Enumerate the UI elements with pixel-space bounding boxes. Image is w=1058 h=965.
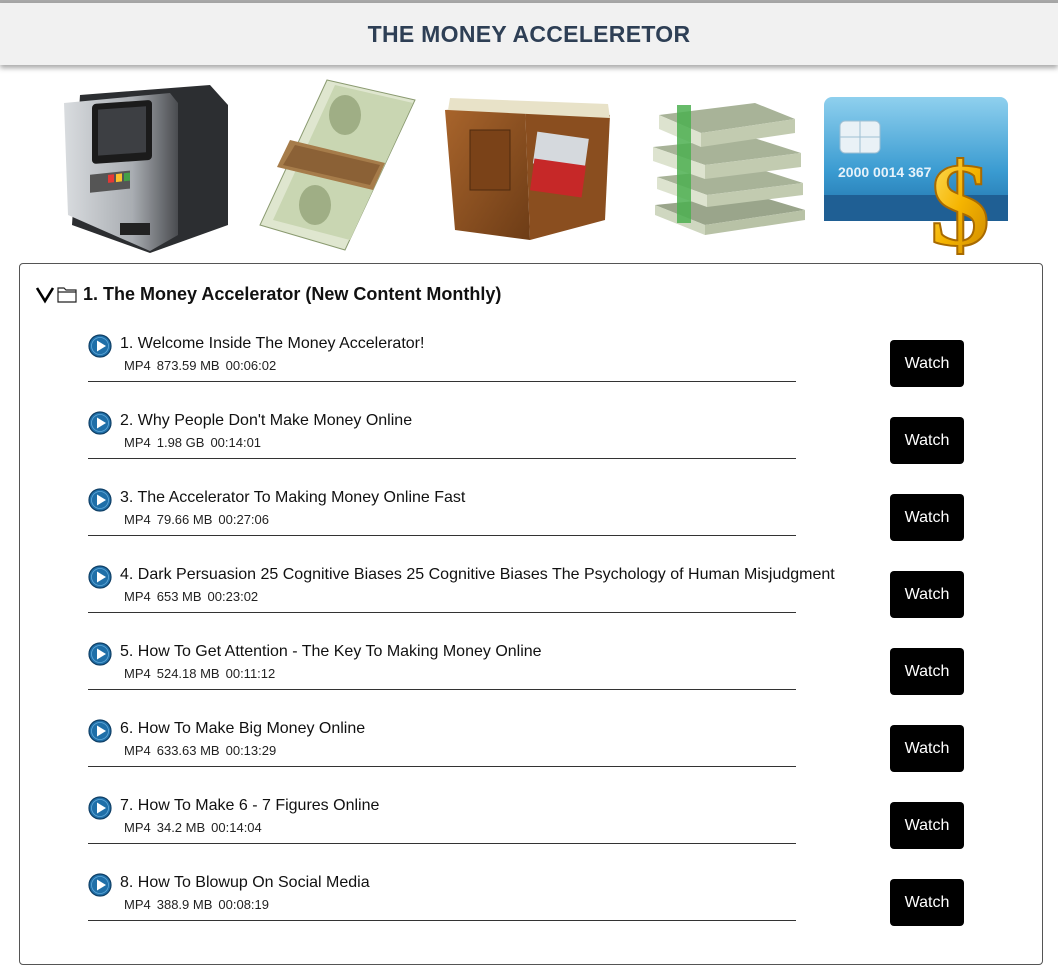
folder-header[interactable]: 1. The Money Accelerator (New Content Mo… (35, 280, 501, 308)
lesson-format: MP4 (124, 743, 151, 758)
lesson-meta: MP4 79.66 MB 00:27:06 (124, 512, 275, 527)
chevron-down-icon[interactable] (35, 284, 55, 304)
lesson-size: 873.59 MB (156, 358, 220, 373)
lesson-item: 1. Welcome Inside The Money Accelerator!… (88, 332, 968, 409)
play-icon[interactable] (88, 334, 112, 358)
cash-bundle-icon (259, 79, 416, 251)
folder-icon (57, 287, 77, 303)
lesson-meta: MP4 633.63 MB 00:13:29 (124, 743, 282, 758)
play-icon[interactable] (88, 411, 112, 435)
lesson-duration: 00:14:04 (211, 820, 262, 835)
lesson-duration: 00:11:12 (225, 666, 276, 681)
lesson-size: 34.2 MB (156, 820, 206, 835)
lesson-size: 388.9 MB (156, 897, 213, 912)
lesson-format: MP4 (124, 512, 151, 527)
watch-button[interactable]: Watch (890, 648, 964, 695)
wallet-icon (445, 98, 610, 240)
lesson-format: MP4 (124, 435, 151, 450)
lesson-duration: 00:27:06 (218, 512, 269, 527)
lesson-item: 2. Why People Don't Make Money Online MP4… (88, 409, 968, 486)
banner: 2000 0014 367 $ (50, 75, 1020, 260)
play-icon[interactable] (88, 719, 112, 743)
folder-title: 1. The Money Accelerator (New Content Mo… (83, 283, 502, 304)
lesson-duration: 00:23:02 (207, 589, 259, 604)
svg-text:$: $ (930, 138, 990, 260)
lesson-item: 4. Dark Persuasion 25 Cognitive Biases 2… (88, 563, 968, 640)
lesson-divider (88, 535, 796, 536)
play-icon[interactable] (88, 565, 112, 589)
lesson-item: 3. The Accelerator To Making Money Onlin… (88, 486, 968, 563)
lesson-item: 5. How To Get Attention - The Key To Mak… (88, 640, 968, 717)
lesson-size: 524.18 MB (156, 666, 220, 681)
lesson-size: 79.66 MB (156, 512, 213, 527)
play-icon[interactable] (88, 796, 112, 820)
lesson-size: 653 MB (156, 589, 202, 604)
lesson-item: 8. How To Blowup On Social Media MP4 388.9… (88, 871, 968, 948)
lesson-item: 7. How To Make 6 - 7 Figures Online MP4 34… (88, 794, 968, 871)
lesson-title[interactable]: 8. How To Blowup On Social Media (120, 874, 370, 892)
card-number-text: 2000 0014 367 (838, 164, 932, 180)
lesson-format: MP4 (124, 358, 151, 373)
lesson-title[interactable]: 1. Welcome Inside The Money Accelerator! (120, 335, 424, 353)
lesson-duration: 00:08:19 (218, 897, 269, 912)
lesson-title[interactable]: 7. How To Make 6 - 7 Figures Online (120, 797, 379, 815)
lesson-divider (88, 381, 796, 382)
lesson-item: 6. How To Make Big Money Online MP4 633.63… (88, 717, 968, 794)
play-icon[interactable] (88, 642, 112, 666)
lesson-divider (88, 766, 796, 767)
watch-button[interactable]: Watch (890, 571, 964, 618)
atm-machine-icon (64, 85, 228, 253)
lesson-format: MP4 (124, 666, 151, 681)
lesson-format: MP4 (124, 897, 151, 912)
lesson-title[interactable]: 2. Why People Don't Make Money Online (120, 412, 412, 430)
play-icon[interactable] (88, 873, 112, 897)
lesson-duration: 00:14:01 (210, 435, 262, 450)
watch-button[interactable]: Watch (890, 802, 964, 849)
watch-button[interactable]: Watch (890, 879, 964, 926)
lesson-title[interactable]: 3. The Accelerator To Making Money Onlin… (120, 489, 465, 507)
lesson-title[interactable]: 5. How To Get Attention - The Key To Mak… (120, 643, 542, 661)
lesson-divider (88, 689, 796, 690)
lesson-divider (88, 920, 796, 921)
page-title: THE MONEY ACCELERETOR (367, 20, 691, 47)
lesson-divider (88, 458, 796, 459)
lesson-size: 1.98 GB (156, 435, 205, 450)
lesson-divider (88, 612, 796, 613)
lesson-meta: MP4 873.59 MB 00:06:02 (124, 358, 282, 373)
lesson-meta: MP4 1.98 GB 00:14:01 (124, 435, 267, 450)
credit-card-dollar-icon: 2000 0014 367 $ (824, 97, 1008, 260)
lesson-duration: 00:06:02 (225, 358, 277, 373)
lesson-format: MP4 (124, 589, 151, 604)
play-icon[interactable] (88, 488, 112, 512)
money-stacks-icon (653, 103, 805, 235)
lesson-duration: 00:13:29 (225, 743, 277, 758)
lesson-meta: MP4 388.9 MB 00:08:19 (124, 897, 275, 912)
lesson-title[interactable]: 6. How To Make Big Money Online (120, 720, 365, 738)
watch-button[interactable]: Watch (890, 340, 964, 387)
lesson-title[interactable]: 4. Dark Persuasion 25 Cognitive Biases 2… (120, 566, 835, 584)
lesson-size: 633.63 MB (156, 743, 220, 758)
course-panel: 1. The Money Accelerator (New Content Mo… (19, 263, 1043, 965)
lesson-divider (88, 843, 796, 844)
lesson-meta: MP4 653 MB 00:23:02 (124, 589, 264, 604)
page-header: THE MONEY ACCELERETOR (0, 3, 1058, 65)
watch-button[interactable]: Watch (890, 417, 964, 464)
lesson-format: MP4 (124, 820, 151, 835)
lesson-meta: MP4 524.18 MB 00:11:12 (124, 666, 281, 681)
lesson-meta: MP4 34.2 MB 00:14:04 (124, 820, 268, 835)
watch-button[interactable]: Watch (890, 494, 964, 541)
watch-button[interactable]: Watch (890, 725, 964, 772)
